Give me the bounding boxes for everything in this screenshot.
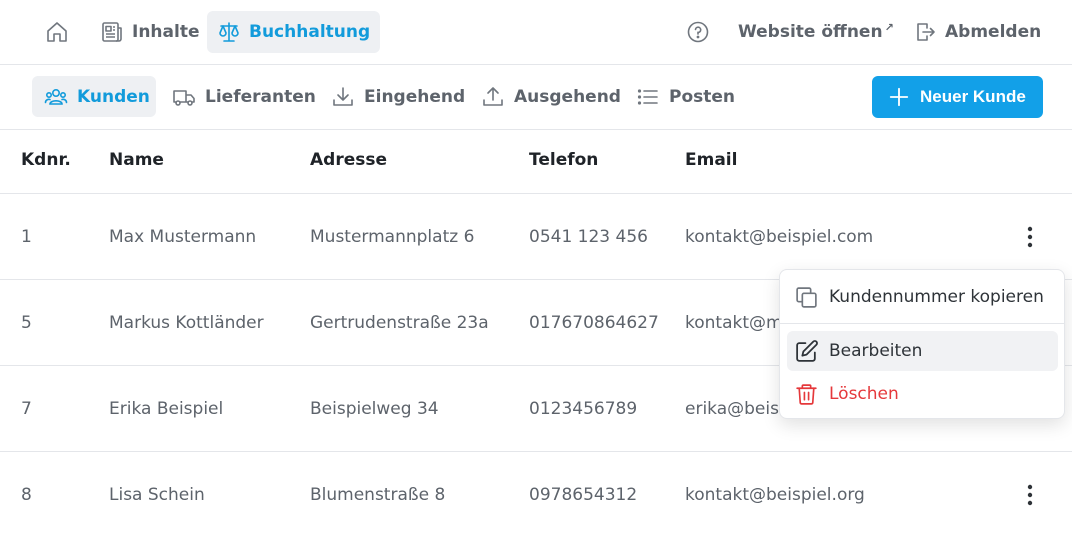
tab-kunden[interactable]: Kunden bbox=[32, 76, 156, 117]
nav-home[interactable] bbox=[35, 11, 87, 53]
website-open-label: Website öffnen bbox=[738, 22, 883, 42]
delete-label: Löschen bbox=[829, 384, 899, 404]
scales-icon bbox=[219, 22, 239, 42]
nav-buchhaltung[interactable]: Buchhaltung bbox=[207, 11, 381, 53]
nav-inhalte[interactable]: Inhalte bbox=[90, 11, 210, 53]
copy-customer-number-label: Kundennummer kopieren bbox=[829, 287, 1044, 307]
cell-telefon: 0978654312 bbox=[529, 485, 638, 505]
row-actions-button[interactable] bbox=[1018, 480, 1042, 510]
logout-button[interactable]: Abmelden bbox=[903, 11, 1051, 53]
cell-telefon: 0541 123 456 bbox=[529, 227, 648, 247]
cell-email: kontakt@m bbox=[685, 313, 783, 333]
tab-lieferanten-label: Lieferanten bbox=[205, 86, 316, 107]
list-icon bbox=[637, 88, 658, 105]
upload-icon bbox=[483, 86, 503, 106]
cell-email: kontakt@beispiel.com bbox=[685, 227, 874, 247]
cell-kdnr: 8 bbox=[21, 485, 32, 505]
column-header-name[interactable]: Name bbox=[109, 150, 164, 170]
logout-label: Abmelden bbox=[945, 22, 1042, 42]
table-row[interactable]: 8 Lisa Schein Blumenstraße 8 0978654312 … bbox=[0, 452, 1072, 538]
cell-kdnr: 1 bbox=[21, 227, 32, 247]
sub-navigation: Kunden Lieferanten Eingehend Ausgehend P… bbox=[0, 65, 1072, 130]
website-open-link[interactable]: Website öffnen ↗ bbox=[728, 11, 904, 53]
column-header-adresse[interactable]: Adresse bbox=[310, 150, 387, 170]
help-button[interactable] bbox=[676, 11, 720, 53]
tab-ausgehend-label: Ausgehend bbox=[514, 86, 621, 107]
row-context-menu: Kundennummer kopieren Bearbeiten Löschen bbox=[779, 269, 1065, 419]
tab-lieferanten[interactable]: Lieferanten bbox=[160, 76, 328, 117]
cell-email: kontakt@beispiel.org bbox=[685, 485, 865, 505]
trash-icon bbox=[796, 383, 817, 405]
cell-adresse: Mustermannplatz 6 bbox=[310, 227, 475, 247]
edit-label: Bearbeiten bbox=[829, 341, 923, 361]
logout-icon bbox=[917, 23, 935, 41]
nav-buchhaltung-label: Buchhaltung bbox=[249, 22, 371, 42]
cell-email: erika@beis bbox=[685, 399, 779, 419]
cell-adresse: Blumenstraße 8 bbox=[310, 485, 446, 505]
tab-kunden-label: Kunden bbox=[77, 86, 150, 107]
cell-adresse: Gertrudenstraße 23a bbox=[310, 313, 489, 333]
cell-kdnr: 5 bbox=[21, 313, 32, 333]
delete-item[interactable]: Löschen bbox=[787, 374, 1058, 414]
newspaper-icon bbox=[102, 22, 122, 42]
column-header-telefon[interactable]: Telefon bbox=[529, 150, 598, 170]
cell-name: Erika Beispiel bbox=[109, 399, 224, 419]
table-row[interactable]: 1 Max Mustermann Mustermannplatz 6 0541 … bbox=[0, 194, 1072, 280]
row-actions-button[interactable] bbox=[1018, 222, 1042, 252]
kebab-menu-icon bbox=[1027, 226, 1033, 248]
top-navigation: Inhalte Buchhaltung Website öffnen ↗ Abm… bbox=[0, 0, 1072, 65]
cell-adresse: Beispielweg 34 bbox=[310, 399, 439, 419]
new-customer-button[interactable]: Neuer Kunde bbox=[872, 76, 1043, 118]
table-header: Kdnr. Name Adresse Telefon Email bbox=[0, 130, 1072, 194]
tab-posten[interactable]: Posten bbox=[624, 76, 747, 117]
tab-eingehend-label: Eingehend bbox=[364, 86, 466, 107]
nav-inhalte-label: Inhalte bbox=[132, 22, 200, 42]
new-customer-label: Neuer Kunde bbox=[920, 87, 1026, 106]
column-header-kdnr[interactable]: Kdnr. bbox=[21, 150, 71, 170]
copy-customer-number-item[interactable]: Kundennummer kopieren bbox=[787, 277, 1058, 317]
menu-divider bbox=[780, 323, 1064, 324]
tab-posten-label: Posten bbox=[669, 86, 736, 107]
cell-name: Lisa Schein bbox=[109, 485, 205, 505]
truck-icon bbox=[173, 89, 195, 106]
plus-icon bbox=[889, 87, 909, 107]
help-circle-icon bbox=[687, 21, 709, 43]
download-icon bbox=[333, 86, 353, 106]
copy-icon bbox=[796, 286, 817, 308]
users-icon bbox=[44, 88, 68, 105]
cell-telefon: 0123456789 bbox=[529, 399, 638, 419]
cell-name: Max Mustermann bbox=[109, 227, 257, 247]
tab-eingehend[interactable]: Eingehend bbox=[319, 76, 477, 117]
cell-kdnr: 7 bbox=[21, 399, 32, 419]
tab-ausgehend[interactable]: Ausgehend bbox=[469, 76, 633, 117]
cell-name: Markus Kottländer bbox=[109, 313, 264, 333]
edit-item[interactable]: Bearbeiten bbox=[787, 331, 1058, 371]
kebab-menu-icon bbox=[1027, 484, 1033, 506]
column-header-email[interactable]: Email bbox=[685, 150, 737, 170]
cell-telefon: 017670864627 bbox=[529, 313, 659, 333]
home-icon bbox=[47, 22, 67, 42]
edit-icon bbox=[796, 339, 818, 362]
external-link-icon: ↗ bbox=[884, 20, 894, 34]
